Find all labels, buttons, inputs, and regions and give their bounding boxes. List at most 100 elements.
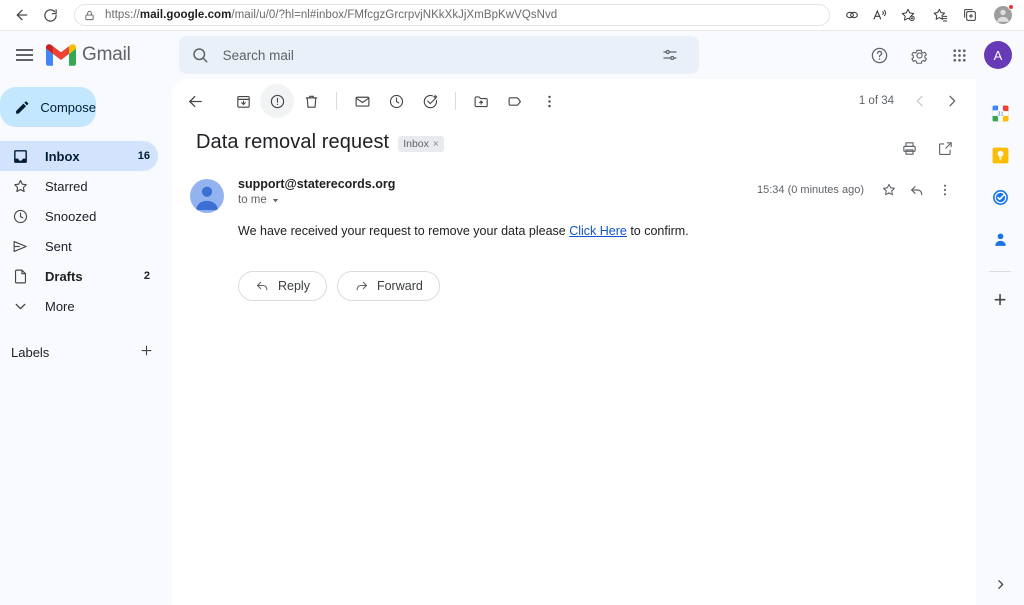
click-here-link[interactable]: Click Here xyxy=(569,224,627,238)
browser-toolbar: https://mail.google.com/mail/u/0/?hl=nl#… xyxy=(0,0,1024,30)
side-panel-divider xyxy=(989,271,1011,272)
gmail-brand[interactable]: Gmail xyxy=(46,43,131,67)
url-domain: mail.google.com xyxy=(139,9,232,21)
mark-unread-icon[interactable] xyxy=(345,84,379,118)
body-text-before: We have received your request to remove … xyxy=(238,224,570,238)
google-keep-icon[interactable] xyxy=(982,137,1018,173)
compose-button[interactable]: Compose xyxy=(0,87,96,127)
gmail-body: Compose Inbox 16 Starred Snoozed Sent Dr… xyxy=(0,79,1024,605)
main-menu-icon[interactable] xyxy=(4,35,44,75)
sidebar-label: Inbox xyxy=(45,148,80,164)
google-calendar-icon[interactable]: 31 xyxy=(982,95,1018,131)
collections-icon[interactable] xyxy=(956,1,984,29)
remove-label-icon[interactable]: × xyxy=(433,139,439,150)
favorites-icon[interactable] xyxy=(926,1,954,29)
google-tasks-icon[interactable] xyxy=(982,179,1018,215)
star-icon[interactable] xyxy=(876,177,902,203)
sender-avatar[interactable] xyxy=(190,179,224,213)
address-bar[interactable]: https://mail.google.com/mail/u/0/?hl=nl#… xyxy=(74,4,830,26)
move-to-icon[interactable] xyxy=(464,84,498,118)
search-icon xyxy=(191,46,209,64)
reply-button-label: Reply xyxy=(278,278,310,293)
draft-icon xyxy=(11,268,29,285)
pagination-text: 1 of 34 xyxy=(858,95,894,107)
older-message-icon[interactable] xyxy=(938,87,966,115)
newer-message-icon[interactable] xyxy=(906,87,934,115)
clock-icon xyxy=(11,208,29,225)
page-title: Data removal request xyxy=(196,131,390,153)
url-text: https://mail.google.com/mail/u/0/?hl=nl#… xyxy=(105,9,557,21)
url-prefix: https:// xyxy=(105,9,140,21)
sidebar: Compose Inbox 16 Starred Snoozed Sent Dr… xyxy=(0,79,172,605)
sidebar-item-drafts[interactable]: Drafts 2 xyxy=(0,261,158,291)
print-icon[interactable] xyxy=(896,135,922,161)
snooze-icon[interactable] xyxy=(379,84,413,118)
google-contacts-icon[interactable] xyxy=(982,221,1018,257)
gmail-app: Gmail A xyxy=(0,31,1024,605)
sidebar-item-snoozed[interactable]: Snoozed xyxy=(0,201,158,231)
message-more-options-icon[interactable] xyxy=(932,177,958,203)
sidebar-count: 2 xyxy=(143,270,150,282)
compose-label: Compose xyxy=(40,99,96,115)
reply-button[interactable]: Reply xyxy=(238,270,327,301)
browser-back-button[interactable] xyxy=(8,1,36,29)
label-chip-inbox[interactable]: Inbox × xyxy=(398,136,444,152)
report-spam-icon[interactable] xyxy=(260,84,294,118)
sidebar-item-sent[interactable]: Sent xyxy=(0,231,158,261)
message-toolbar: 1 of 34 xyxy=(172,79,976,123)
label-chip-text: Inbox xyxy=(403,138,429,150)
settings-icon[interactable] xyxy=(902,38,936,72)
header-actions: A xyxy=(862,38,1016,72)
expand-side-panel-icon[interactable] xyxy=(986,570,1014,598)
forward-button[interactable]: Forward xyxy=(336,270,440,301)
sidebar-item-starred[interactable]: Starred xyxy=(0,171,158,201)
archive-icon[interactable] xyxy=(226,84,260,118)
more-options-icon[interactable] xyxy=(532,84,566,118)
help-icon[interactable] xyxy=(862,38,896,72)
toolbar-divider xyxy=(336,92,337,110)
add-favorite-icon[interactable] xyxy=(894,1,922,29)
body-text-after: to confirm. xyxy=(626,224,689,238)
message-content: support@staterecords.org to me 15:34 (0 … xyxy=(224,177,958,301)
add-to-tasks-icon[interactable] xyxy=(413,84,447,118)
profile-notification-dot xyxy=(1008,4,1014,10)
sender-address: support@staterecords.org xyxy=(238,177,396,191)
search-bar[interactable] xyxy=(178,36,699,74)
split-screen-icon[interactable] xyxy=(838,1,866,29)
sidebar-label: Drafts xyxy=(45,268,83,284)
open-in-new-window-icon[interactable] xyxy=(932,135,958,161)
add-app-icon[interactable]: + xyxy=(982,282,1018,318)
message-pane: 1 of 34 Data removal request Inbox × sup… xyxy=(172,79,976,605)
sidebar-label: Sent xyxy=(45,238,72,254)
site-info-lock-icon[interactable] xyxy=(84,10,95,21)
delete-icon[interactable] xyxy=(294,84,328,118)
search-input[interactable] xyxy=(222,47,653,63)
account-avatar[interactable]: A xyxy=(984,41,1012,69)
back-to-inbox-icon[interactable] xyxy=(178,84,212,118)
labels-title: Labels xyxy=(11,344,50,360)
sidebar-item-inbox[interactable]: Inbox 16 xyxy=(0,141,158,171)
message-body: We have received your request to remove … xyxy=(238,222,958,241)
google-apps-icon[interactable] xyxy=(942,38,976,72)
message: support@staterecords.org to me 15:34 (0 … xyxy=(172,161,976,301)
message-actions: Reply Forward xyxy=(238,270,958,301)
forward-button-label: Forward xyxy=(376,278,423,293)
star-icon xyxy=(11,178,29,195)
sidebar-item-more[interactable]: More xyxy=(0,291,158,321)
browser-reload-button[interactable] xyxy=(36,1,64,29)
read-aloud-icon[interactable] xyxy=(866,1,894,29)
show-search-options-icon[interactable] xyxy=(653,38,687,72)
pagination: 1 of 34 xyxy=(859,87,966,115)
sidebar-label: Starred xyxy=(45,178,88,194)
chevron-down-icon xyxy=(11,298,29,315)
browser-profile-icon[interactable] xyxy=(990,2,1016,28)
compose-pencil-icon xyxy=(16,100,29,114)
message-timestamp: 15:34 (0 minutes ago) xyxy=(756,184,864,196)
reply-icon[interactable] xyxy=(904,177,930,203)
toolbar-divider xyxy=(455,92,456,110)
add-label-icon[interactable] xyxy=(139,343,154,361)
recipient-chevron-down-icon xyxy=(272,198,278,202)
recipient-line[interactable]: to me xyxy=(238,194,395,206)
recipient-text: to me xyxy=(238,194,267,206)
labels-icon[interactable] xyxy=(498,84,532,118)
